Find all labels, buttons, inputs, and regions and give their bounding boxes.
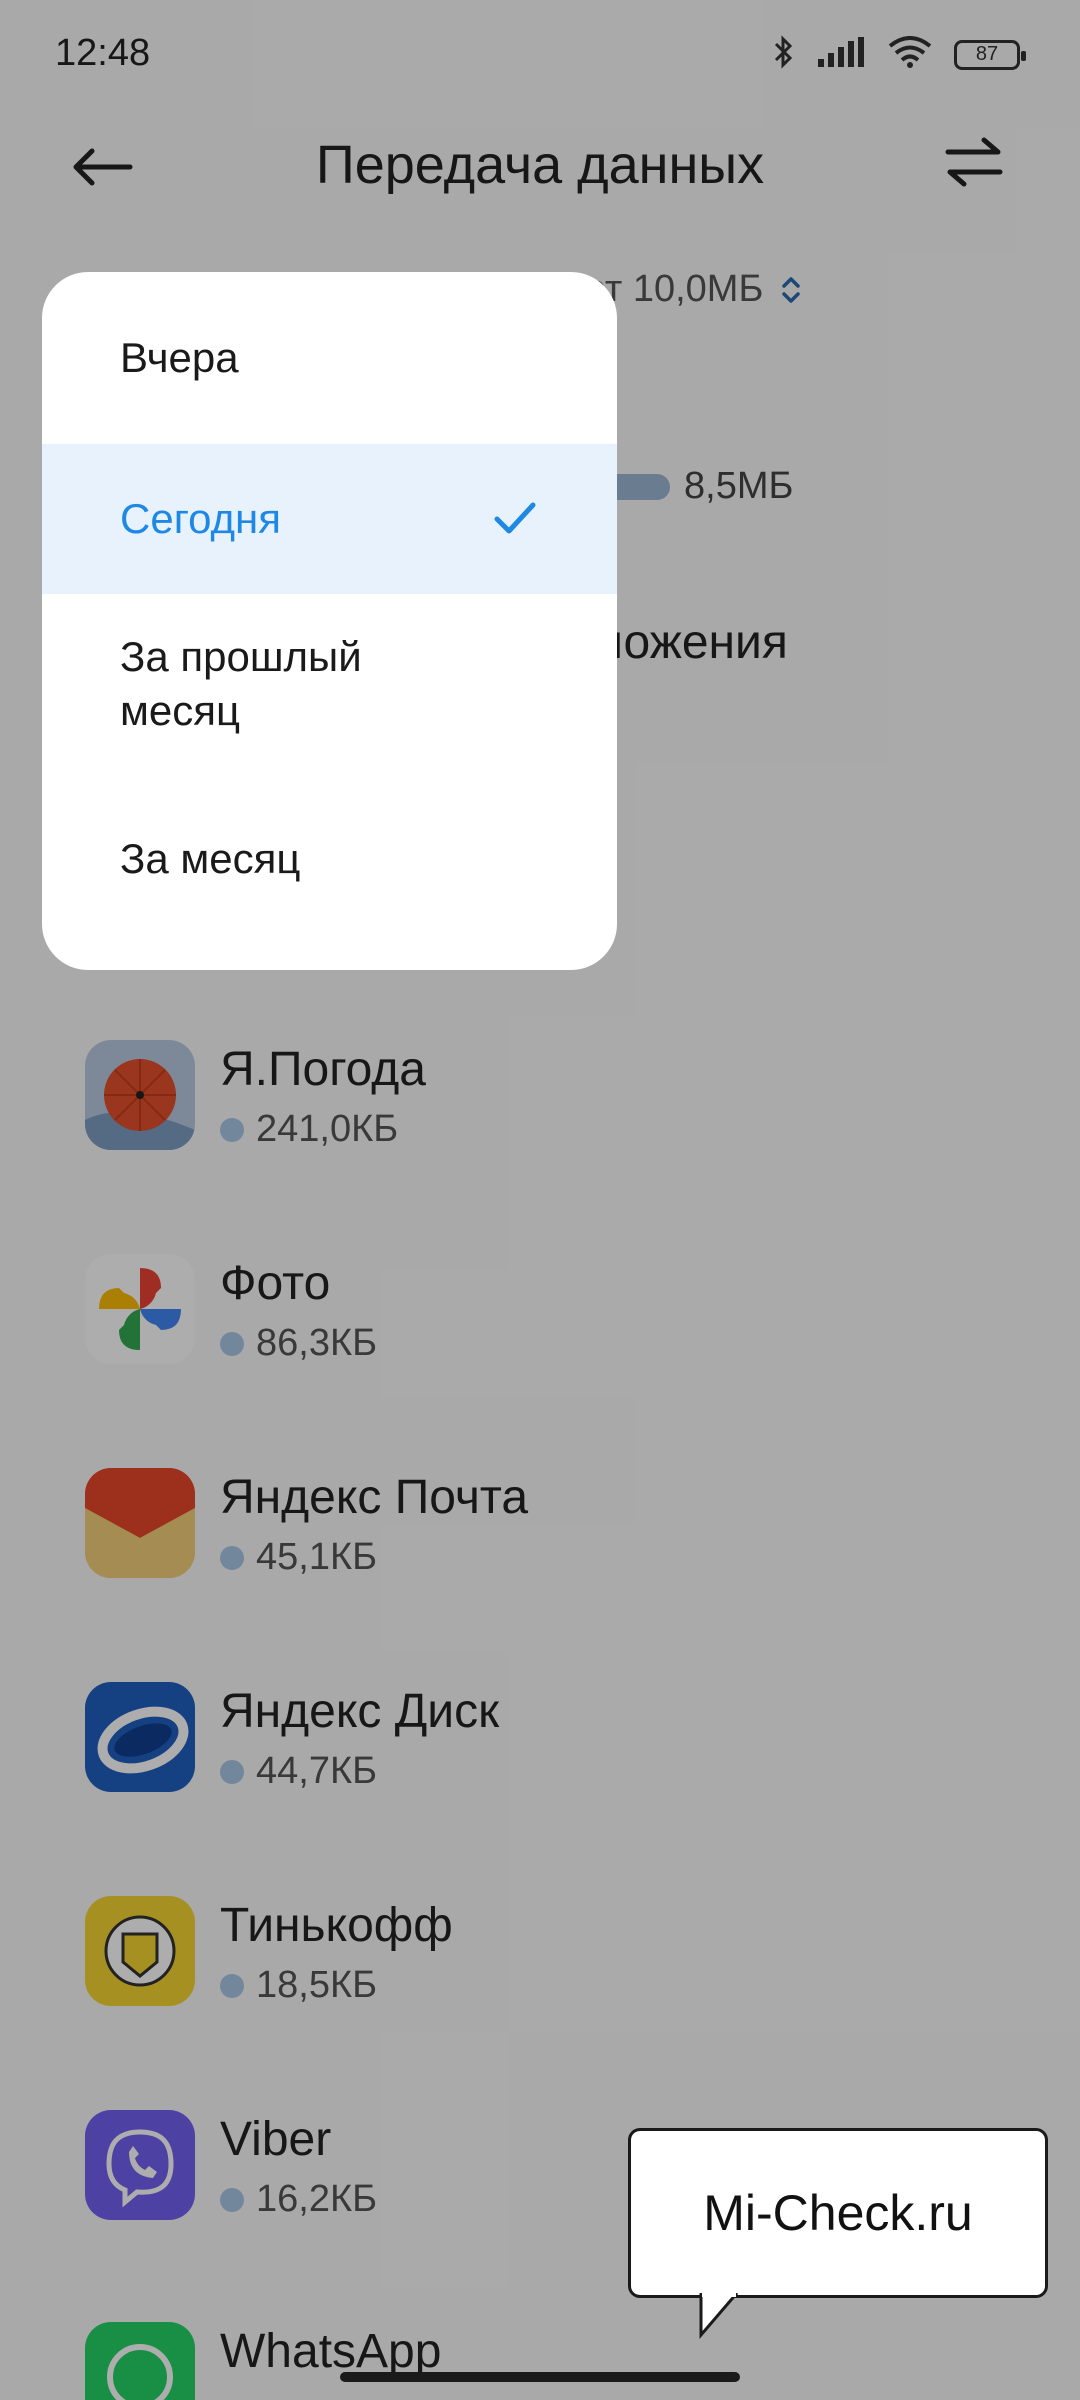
period-dropdown-menu: Вчера Сегодня За прошлый месяц За месяц — [42, 272, 617, 970]
menu-item-label: Вчера — [120, 334, 239, 381]
menu-item-label: Сегодня — [120, 495, 281, 542]
menu-item-yesterday[interactable]: Вчера — [42, 272, 617, 444]
menu-item-today[interactable]: Сегодня — [42, 444, 617, 594]
menu-item-label: За прошлый месяц — [120, 633, 362, 734]
screen: 12:48 87 Передача данных ет 10,0МБ 8,5МБ… — [0, 0, 1080, 2400]
home-indicator[interactable] — [340, 2372, 740, 2382]
watermark-callout: Mi-Check.ru — [628, 2128, 1048, 2298]
callout-tail — [699, 2293, 739, 2340]
menu-item-label: За месяц — [120, 835, 301, 882]
menu-item-last-month[interactable]: За прошлый месяц — [42, 594, 542, 774]
watermark-text: Mi-Check.ru — [703, 2185, 973, 2241]
menu-item-month[interactable]: За месяц — [42, 774, 617, 944]
checkmark-icon — [494, 502, 536, 534]
